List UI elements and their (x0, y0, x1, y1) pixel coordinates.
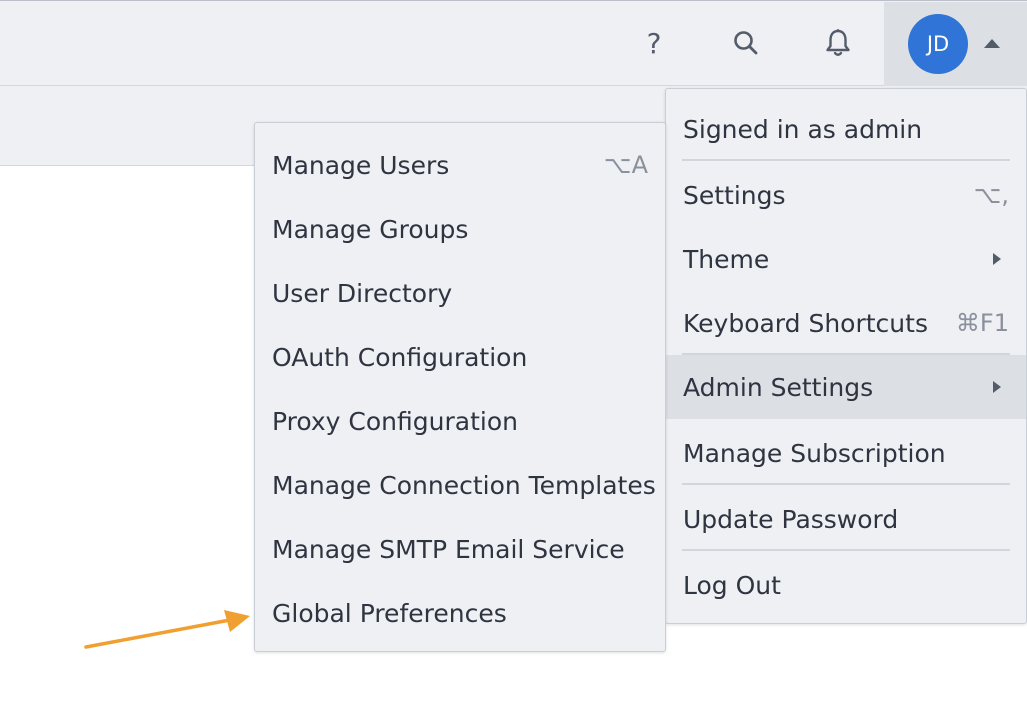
menu-item-keyboard-shortcuts[interactable]: Keyboard Shortcuts ⌘F1 (666, 291, 1026, 355)
menu-item-manage-users[interactable]: Manage Users ⌥A (255, 133, 665, 197)
annotation-arrow-icon (84, 610, 250, 649)
caret-up-icon (984, 39, 1000, 48)
menu-item-update-password[interactable]: Update Password (666, 487, 1026, 551)
menu-item-manage-smtp-email-service[interactable]: Manage SMTP Email Service (255, 517, 665, 581)
help-icon[interactable]: ? (634, 23, 674, 63)
signed-in-label: Signed in as admin (683, 114, 923, 144)
settings-shortcut: ⌥, (973, 181, 1009, 209)
user-dropdown-menu: Signed in as admin Settings ⌥, Theme Key… (665, 88, 1027, 624)
user-menu-toggle[interactable]: JD (884, 2, 1027, 86)
chevron-right-icon (993, 253, 1001, 265)
menu-divider (682, 549, 1010, 551)
menu-item-global-preferences[interactable]: Global Preferences (255, 581, 665, 645)
menu-item-theme[interactable]: Theme (666, 227, 1026, 291)
manage-users-shortcut: ⌥A (603, 151, 648, 179)
admin-settings-submenu: Manage Users ⌥A Manage Groups User Direc… (254, 122, 666, 652)
avatar[interactable]: JD (908, 14, 968, 74)
menu-item-admin-settings[interactable]: Admin Settings (666, 355, 1026, 419)
menu-item-manage-subscription[interactable]: Manage Subscription (666, 421, 1026, 485)
keyboard-shortcuts-shortcut: ⌘F1 (955, 309, 1009, 337)
menu-item-proxy-configuration[interactable]: Proxy Configuration (255, 389, 665, 453)
menu-item-manage-groups[interactable]: Manage Groups (255, 197, 665, 261)
menu-divider (682, 159, 1010, 161)
chevron-right-icon (993, 381, 1001, 393)
search-icon[interactable] (726, 23, 766, 63)
menu-item-log-out[interactable]: Log Out (666, 553, 1026, 617)
bell-icon[interactable] (818, 23, 858, 63)
menu-item-settings[interactable]: Settings ⌥, (666, 163, 1026, 227)
menu-item-oauth-configuration[interactable]: OAuth Configuration (255, 325, 665, 389)
menu-item-user-directory[interactable]: User Directory (255, 261, 665, 325)
menu-item-manage-connection-templates[interactable]: Manage Connection Templates (255, 453, 665, 517)
avatar-initials: JD (926, 32, 950, 56)
top-header: ? JD (0, 0, 1027, 86)
menu-divider (682, 483, 1010, 485)
